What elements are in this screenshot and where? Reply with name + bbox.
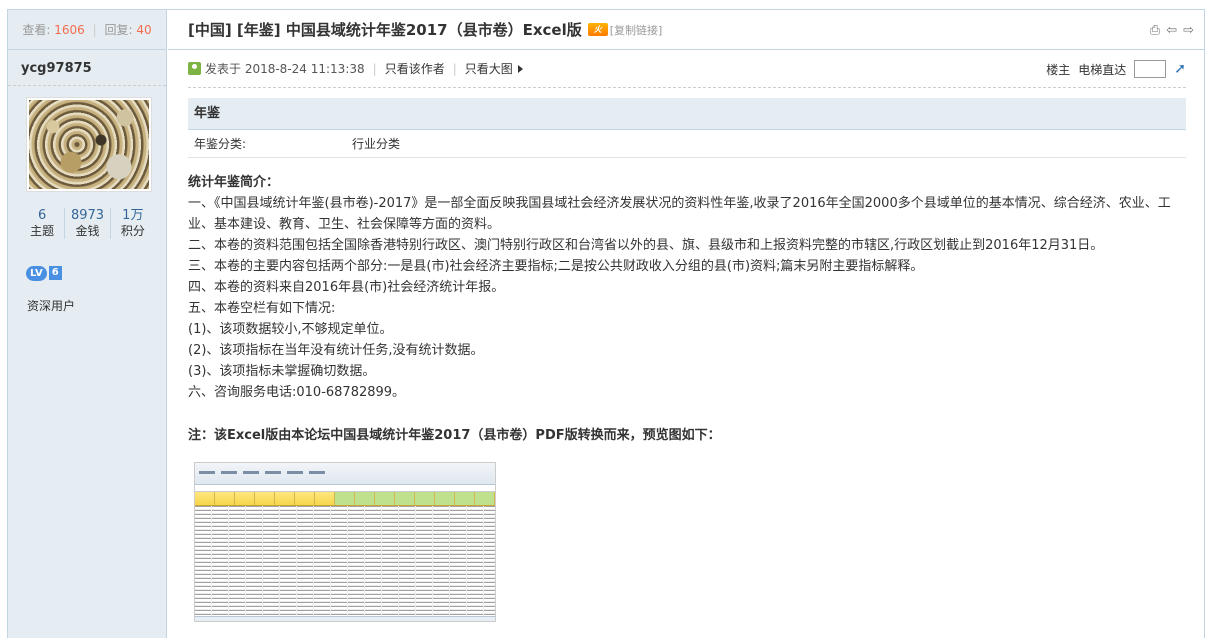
content-line: (1)、该项数据较小,不够规定单位。	[188, 322, 393, 337]
go-arrow-icon[interactable]: ➚	[1174, 61, 1186, 77]
author-sidebar: 查看: 1606 | 回复: 40 ycg97875 6 主题 8973 金钱 …	[8, 10, 167, 638]
stat-label: 主题	[30, 224, 55, 238]
content-line: (3)、该项指标未掌握确切数据。	[188, 364, 376, 379]
stat-value: 6	[38, 208, 47, 223]
floor-jump: 楼主 电梯直达 ➚	[1046, 60, 1186, 78]
author-stat-money[interactable]: 8973 金钱	[65, 208, 111, 239]
print-icon[interactable]: ⎙	[1150, 23, 1160, 38]
level-badge-label: LV	[26, 265, 47, 281]
author-stat-points[interactable]: 1万 积分	[111, 208, 155, 239]
content-line: 二、本卷的资料范围包括全国除香港特别行政区、澳门特别行政区和台湾省以外的县、旗、…	[188, 238, 1104, 253]
post-content: 统计年鉴简介： 一、《中国县域统计年鉴(县市卷)-2017》是一部全面反映我国县…	[188, 172, 1186, 403]
stat-value: 8973	[70, 208, 105, 223]
thread-title: [中国] [年鉴] 中国县域统计年鉴2017（县市卷）Excel版	[188, 21, 582, 39]
preview-formula-bar	[195, 485, 495, 492]
floor-jump-input[interactable]	[1134, 60, 1167, 78]
stat-label: 积分	[120, 224, 145, 238]
only-author-link[interactable]: 只看该作者	[385, 60, 445, 77]
preview-header-row	[195, 492, 495, 506]
stats-divider: |	[92, 23, 97, 37]
next-thread-icon[interactable]: ⇨	[1183, 23, 1194, 38]
jump-label: 电梯直达	[1078, 62, 1127, 77]
views-label: 查看:	[22, 23, 51, 37]
type-option-table: 年鉴 年鉴分类: 行业分类	[188, 98, 1186, 158]
stat-label: 金钱	[75, 224, 100, 238]
author-stats: 6 主题 8973 金钱 1万 积分	[20, 208, 155, 239]
caret-right-icon	[517, 64, 523, 73]
author-username[interactable]: ycg97875	[8, 50, 166, 86]
level-badge: LV 6	[26, 265, 62, 281]
meta-divider: |	[452, 61, 457, 76]
content-line: 五、本卷空栏有如下情况:	[188, 301, 336, 316]
spreadsheet-preview-image[interactable]	[194, 462, 496, 622]
content-line: 四、本卷的资料来自2016年县(市)社会经济统计年报。	[188, 280, 505, 295]
title-tools: ⎙ ⇦ ⇨	[1150, 23, 1194, 38]
thread-frame: 查看: 1606 | 回复: 40 ycg97875 6 主题 8973 金钱 …	[7, 9, 1205, 638]
content-line: (2)、该项指标在当年没有统计任务,没有统计数据。	[188, 343, 484, 358]
meta-divider: |	[372, 61, 377, 76]
type-option-value: 行业分类	[352, 137, 401, 151]
content-line: 三、本卷的主要内容包括两个部分:一是县(市)社会经济主要指标;二是按公共财政收入…	[188, 259, 924, 274]
preview-data-rows	[195, 506, 495, 616]
level-badge-number: 6	[48, 266, 62, 280]
replies-label: 回复:	[104, 23, 133, 37]
type-option-row: 年鉴分类: 行业分类	[188, 130, 1186, 158]
post-date: 发表于 2018-8-24 11:13:38	[205, 62, 365, 76]
thread-title-bar: [中国] [年鉴] 中国县域统计年鉴2017（县市卷）Excel版 火 [复制链…	[168, 10, 1204, 50]
stat-value: 1万	[122, 208, 144, 223]
prev-thread-icon[interactable]: ⇦	[1166, 23, 1177, 38]
preview-ribbon	[195, 463, 495, 485]
post-meta: 发表于 2018-8-24 11:13:38 | 只看该作者 | 只看大图 楼主…	[188, 50, 1186, 88]
avatar[interactable]	[26, 97, 152, 192]
content-heading: 统计年鉴简介：	[188, 175, 280, 190]
online-status-icon	[188, 62, 201, 75]
type-option-heading: 年鉴	[188, 98, 1186, 130]
replies-count: 40	[136, 23, 152, 37]
content-line: 六、咨询服务电话:010-68782899。	[188, 385, 406, 400]
user-group[interactable]: 资深用户	[27, 297, 75, 314]
big-image-link[interactable]: 只看大图	[465, 60, 513, 77]
hot-fire-icon: 火	[587, 23, 608, 36]
post-main: [中国] [年鉴] 中国县域统计年鉴2017（县市卷）Excel版 火 [复制链…	[168, 10, 1204, 638]
author-stat-threads[interactable]: 6 主题	[20, 208, 66, 239]
copy-link-button[interactable]: [复制链接]	[610, 22, 663, 38]
preview-note: 注：该Excel版由本论坛中国县域统计年鉴2017（县市卷）PDF版转换而来，预…	[188, 428, 721, 443]
thread-stats: 查看: 1606 | 回复: 40	[8, 10, 166, 50]
content-line: 一、《中国县域统计年鉴(县市卷)-2017》是一部全面反映我国县域社会经济发展状…	[188, 196, 1171, 232]
views-count: 1606	[54, 23, 85, 37]
preview-sheet-tabs	[195, 616, 495, 621]
type-option-key: 年鉴分类:	[194, 137, 247, 151]
floor-label: 楼主	[1046, 62, 1071, 77]
avatar-image	[29, 100, 149, 189]
